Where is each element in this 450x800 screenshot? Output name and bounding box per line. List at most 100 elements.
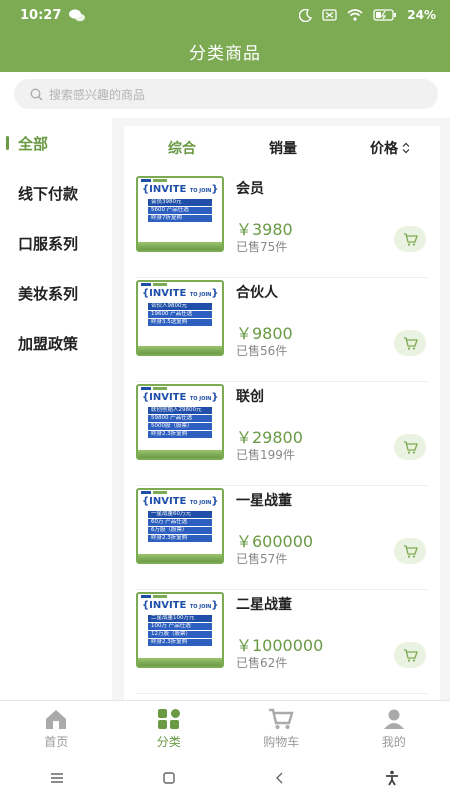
- thumb-sub: TO JOIN: [189, 188, 212, 194]
- product-thumbnail[interactable]: {INVITE TO JOIN} 合伙人9800元 19600 产品任选 终身3.5…: [136, 280, 224, 356]
- thumb-text-line: 6万股（股票）: [148, 527, 212, 534]
- system-nav-bar: [0, 756, 450, 800]
- product-thumbnail[interactable]: {INVITE TO JOIN} 二星战董100万元 100万 产品任选 12万股（…: [136, 592, 224, 668]
- thumb-text-line: 终身2.3折复购: [148, 639, 212, 646]
- battery-level: 24: [407, 8, 424, 22]
- product-sold-count: 已售75件: [236, 240, 288, 254]
- tab-label: 分类: [156, 734, 181, 749]
- thumb-brand: INVITE: [149, 392, 187, 403]
- product-thumbnail[interactable]: {INVITE TO JOIN} 联创创始人29800元 59800 产品任选 50…: [136, 384, 224, 460]
- thumb-text-block: 联创创始人29800元 59800 产品任选 5000股（股票） 终身2.3折复购: [138, 405, 222, 438]
- cart-icon: [403, 648, 418, 662]
- sidebar-item-all[interactable]: 全部: [0, 118, 112, 168]
- search-icon: [30, 88, 43, 100]
- thumb-grass-band: [138, 242, 222, 250]
- tab-category[interactable]: 分类: [113, 701, 226, 756]
- menu-icon[interactable]: [50, 772, 64, 784]
- back-icon[interactable]: [275, 772, 285, 784]
- product-price: ￥600000: [236, 532, 314, 551]
- product-info: 一星战董 ￥600000 已售57件: [236, 486, 428, 589]
- sim-icon: [322, 9, 337, 21]
- sidebar-item-oral-series[interactable]: 口服系列: [0, 218, 112, 268]
- thumb-text-line: 联创创始人29800元: [148, 407, 212, 414]
- product-price: ￥9800: [236, 324, 293, 343]
- add-to-cart-button[interactable]: [394, 642, 426, 668]
- sort-overall[interactable]: 综合: [168, 138, 196, 158]
- add-to-cart-button[interactable]: [394, 434, 426, 460]
- thumb-text-block: 一星战董60万元 60万 产品任选 6万股（股票） 终身2.3折复购: [138, 509, 222, 542]
- product-price: ￥3980: [236, 220, 293, 239]
- category-sidebar: 全部 线下付款 口服系列 美妆系列 加盟政策: [0, 118, 112, 700]
- product-info: 会员 ￥3980 已售75件: [236, 174, 428, 277]
- cart-icon: [403, 544, 418, 558]
- thumb-grass-band: [138, 450, 222, 458]
- product-info: 二星战董 ￥1000000 已售62件: [236, 590, 428, 693]
- sidebar-item-label: 线下付款: [18, 184, 79, 203]
- thumb-sub: TO JOIN: [189, 396, 212, 402]
- status-bar: 10:27 24%: [20, 7, 436, 23]
- category-icon: [157, 708, 180, 729]
- home-square-icon[interactable]: [163, 772, 175, 784]
- product-sold-count: 已售56件: [236, 344, 288, 358]
- tab-home[interactable]: 首页: [0, 701, 113, 756]
- thumb-text-line: 5000股（股票）: [148, 423, 212, 430]
- product-card[interactable]: {INVITE TO JOIN} 会员3980元 5600 产品任选 终身7折复购 …: [136, 174, 428, 278]
- bottom-tab-bar: 首页 分类 购物车 我的: [0, 700, 450, 756]
- product-sold-count: 已售199件: [236, 448, 295, 462]
- thumb-text-block: 合伙人9800元 19600 产品任选 终身3.5送复购: [138, 301, 222, 326]
- thumb-grass-band: [138, 658, 222, 666]
- search-area: 搜索感兴趣的商品: [0, 72, 450, 118]
- product-thumbnail[interactable]: {INVITE TO JOIN} 一星战董60万元 60万 产品任选 6万股（股票）…: [136, 488, 224, 564]
- thumb-brand: INVITE: [149, 496, 187, 507]
- tab-label: 购物车: [263, 734, 300, 749]
- product-card[interactable]: {INVITE TO JOIN} 一星战董60万元 60万 产品任选 6万股（股票）…: [136, 486, 428, 590]
- moon-icon: [299, 8, 313, 22]
- product-card[interactable]: {INVITE TO JOIN} 二星战董100万元 100万 产品任选 12万股（…: [136, 590, 428, 694]
- sidebar-item-label: 加盟政策: [18, 334, 79, 353]
- add-to-cart-button[interactable]: [394, 538, 426, 564]
- sort-arrows-icon: [402, 142, 410, 154]
- thumb-sub: TO JOIN: [189, 500, 212, 506]
- thumb-text-line: 100万 产品任选: [148, 623, 212, 630]
- sidebar-item-offline-payment[interactable]: 线下付款: [0, 168, 112, 218]
- add-to-cart-button[interactable]: [394, 226, 426, 252]
- tab-label: 我的: [381, 734, 406, 749]
- thumb-text-line: 终身3.5送复购: [148, 319, 212, 326]
- product-thumbnail[interactable]: {INVITE TO JOIN} 会员3980元 5600 产品任选 终身7折复购: [136, 176, 224, 252]
- product-card[interactable]: {INVITE TO JOIN} 合伙人9800元 19600 产品任选 终身3.5…: [136, 278, 428, 382]
- cart-icon: [269, 708, 294, 729]
- sidebar-item-label: 美妆系列: [18, 284, 79, 303]
- thumb-text-line: 二星战董100万元: [148, 615, 212, 622]
- accessibility-icon[interactable]: [384, 770, 400, 786]
- status-time: 10:27: [20, 7, 62, 23]
- sidebar-item-label: 口服系列: [18, 234, 79, 253]
- user-icon: [383, 709, 404, 729]
- sort-price[interactable]: 价格: [370, 138, 410, 158]
- thumb-text-line: 60万 产品任选: [148, 519, 212, 526]
- tab-cart[interactable]: 购物车: [225, 701, 338, 756]
- add-to-cart-button[interactable]: [394, 330, 426, 356]
- search-input[interactable]: 搜索感兴趣的商品: [14, 79, 438, 109]
- cart-icon: [403, 440, 418, 454]
- product-sold-count: 已售57件: [236, 552, 288, 566]
- product-name: 二星战董: [236, 597, 292, 613]
- product-name: 一星战董: [236, 493, 292, 509]
- sort-sales[interactable]: 销量: [269, 138, 297, 158]
- thumb-text-line: 合伙人9800元: [148, 303, 212, 310]
- product-card[interactable]: {INVITE TO JOIN} 联创创始人29800元 59800 产品任选 50…: [136, 382, 428, 486]
- tab-mine[interactable]: 我的: [338, 701, 450, 756]
- search-placeholder: 搜索感兴趣的商品: [49, 87, 146, 102]
- sidebar-item-franchise-policy[interactable]: 加盟政策: [0, 318, 112, 368]
- thumb-sub: TO JOIN: [189, 604, 212, 610]
- sidebar-item-beauty-series[interactable]: 美妆系列: [0, 268, 112, 318]
- thumb-text-line: 19600 产品任选: [148, 311, 212, 318]
- product-panel: 综合 销量 价格 {INVITE TO JOIN} 会员3980元 5600 产品…: [124, 126, 440, 700]
- thumb-brand: INVITE: [149, 600, 187, 611]
- thumb-text-block: 会员3980元 5600 产品任选 终身7折复购: [138, 197, 222, 222]
- product-info: 合伙人 ￥9800 已售56件: [236, 278, 428, 381]
- battery-icon: [373, 9, 397, 21]
- thumb-text-line: 终身2.3折复购: [148, 535, 212, 542]
- product-name: 合伙人: [236, 285, 278, 301]
- thumb-grass-band: [138, 554, 222, 562]
- product-list: {INVITE TO JOIN} 会员3980元 5600 产品任选 终身7折复购 …: [124, 170, 440, 694]
